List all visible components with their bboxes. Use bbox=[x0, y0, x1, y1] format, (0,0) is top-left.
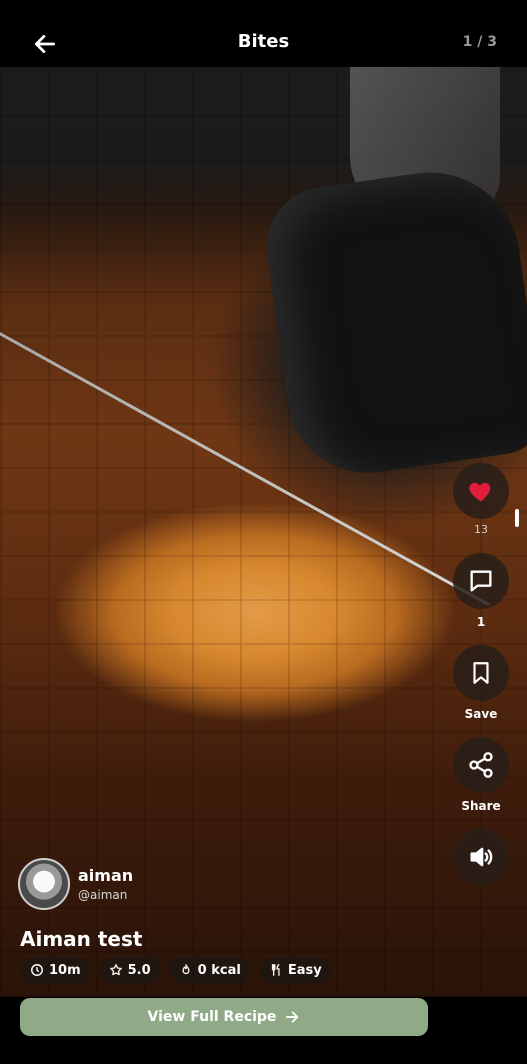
share-action[interactable]: Share bbox=[453, 737, 509, 815]
difficulty-chip: Easy bbox=[258, 957, 332, 983]
heart-icon bbox=[469, 482, 491, 502]
avatar[interactable] bbox=[18, 858, 70, 910]
save-label: Save bbox=[464, 707, 498, 721]
difficulty-value: Easy bbox=[287, 962, 322, 978]
bite-counter: 1 / 3 bbox=[462, 34, 497, 50]
author-handle: @aiman bbox=[78, 888, 128, 902]
cta-label: View Full Recipe bbox=[147, 1009, 277, 1025]
comment-icon bbox=[470, 570, 492, 592]
glove-image bbox=[259, 161, 527, 483]
sound-action[interactable] bbox=[453, 829, 509, 885]
like-button[interactable] bbox=[453, 463, 509, 519]
rating-value: 5.0 bbox=[127, 962, 151, 978]
sound-button[interactable] bbox=[453, 829, 509, 885]
bites-screen: Bites 1 / 3 13 1 Save Share aiman @aiman… bbox=[0, 0, 527, 1064]
recipe-meta: 10m 5.0 0 kcal Easy bbox=[20, 957, 332, 983]
share-icon bbox=[469, 752, 493, 778]
like-action[interactable]: 13 bbox=[453, 463, 509, 539]
star-icon bbox=[109, 964, 122, 976]
author-text: aiman @aiman bbox=[78, 866, 133, 902]
share-label: Share bbox=[461, 799, 501, 813]
action-rail: 13 1 Save Share bbox=[453, 463, 509, 885]
save-action[interactable]: Save bbox=[453, 645, 509, 723]
calories-chip: 0 kcal bbox=[168, 957, 251, 983]
utensils-icon bbox=[271, 964, 280, 976]
rating-chip: 5.0 bbox=[98, 957, 161, 983]
bookmark-icon bbox=[473, 662, 489, 684]
volume-icon bbox=[470, 847, 493, 867]
clock-icon bbox=[31, 964, 43, 976]
comment-action[interactable]: 1 bbox=[453, 553, 509, 631]
comment-count: 1 bbox=[476, 615, 486, 629]
like-count: 13 bbox=[474, 523, 488, 536]
top-bar: Bites 1 / 3 bbox=[0, 0, 527, 67]
comment-button[interactable] bbox=[453, 553, 509, 609]
author-name: aiman bbox=[78, 866, 134, 885]
save-button[interactable] bbox=[453, 645, 509, 701]
calories-value: 0 kcal bbox=[197, 962, 241, 978]
flame-icon bbox=[182, 964, 190, 975]
recipe-title: Aiman test bbox=[20, 927, 143, 951]
page-title: Bites bbox=[237, 31, 290, 52]
time-chip: 10m bbox=[20, 957, 91, 983]
time-value: 10m bbox=[49, 962, 81, 978]
share-button[interactable] bbox=[453, 737, 509, 793]
arrow-right-icon bbox=[286, 1011, 299, 1023]
view-full-recipe-button[interactable]: View Full Recipe bbox=[20, 998, 428, 1036]
author-info[interactable]: aiman @aiman bbox=[18, 858, 133, 910]
progress-indicator bbox=[515, 509, 519, 527]
